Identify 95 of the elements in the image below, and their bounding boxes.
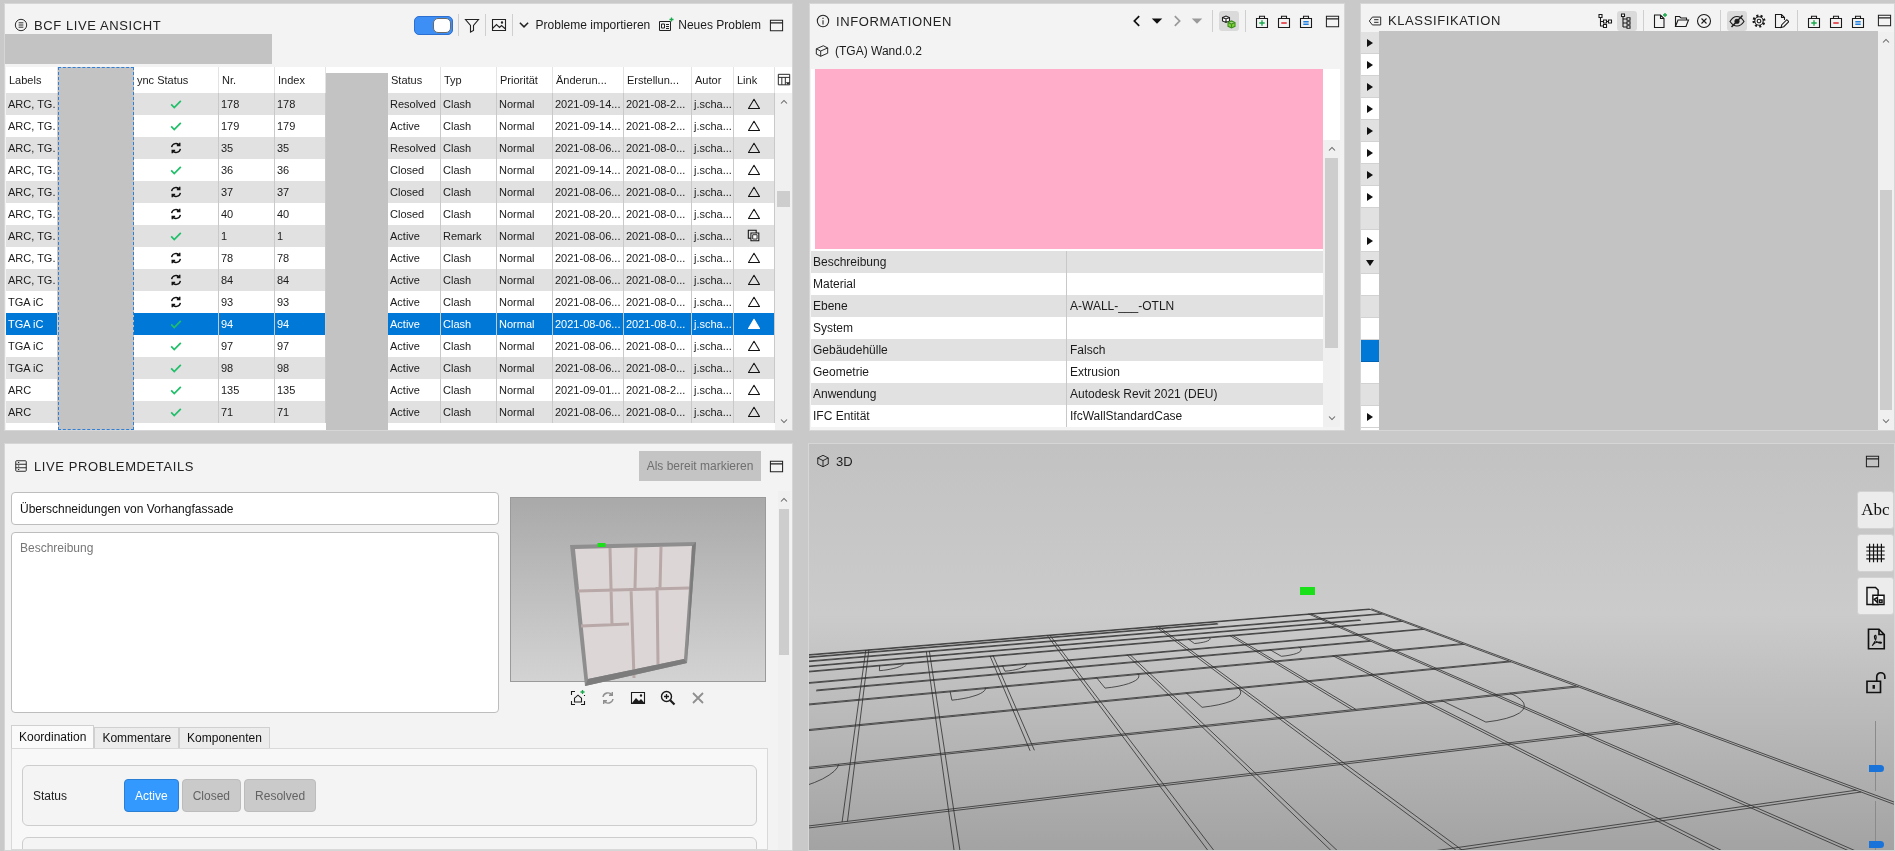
expand-arrow-icon[interactable] — [1366, 38, 1374, 47]
triangle-icon[interactable] — [747, 295, 761, 309]
property-name: IFC Entität — [811, 405, 1067, 427]
sync-icon — [169, 207, 183, 221]
property-value: Extrusion — [1069, 364, 1122, 381]
triangle-icon[interactable] — [747, 185, 761, 199]
table-cell: j.scha... — [692, 401, 734, 423]
table-cell: 2021-08-0... — [624, 401, 692, 423]
panel-title: BCF LIVE ANSICHT — [34, 17, 162, 33]
property-value: IfcWallStandardCase — [1069, 408, 1184, 425]
scrollbar[interactable] — [1323, 140, 1340, 427]
element-name: (TGA) Wand.0.2 — [835, 44, 922, 58]
info-icon — [816, 14, 830, 28]
expand-arrow-icon[interactable] — [1366, 192, 1374, 201]
collapse-arrow-icon[interactable] — [1366, 258, 1374, 267]
property-value: Autodesk Revit 2021 (DEU) — [1069, 386, 1219, 403]
scrollbar-thumb[interactable] — [779, 509, 789, 655]
triangle-icon[interactable] — [747, 361, 761, 375]
scrollbar-thumb[interactable] — [1880, 190, 1892, 410]
triangle-icon[interactable] — [747, 405, 761, 419]
column-chooser-icon[interactable] — [776, 73, 791, 87]
sync-icon — [169, 251, 183, 265]
documents-icon[interactable] — [1857, 577, 1894, 615]
triangle-icon[interactable] — [747, 273, 761, 287]
triangle-icon[interactable] — [747, 339, 761, 353]
cube-icon — [816, 454, 830, 468]
sync-icon — [169, 141, 183, 155]
expand-arrow-icon[interactable] — [1366, 126, 1374, 135]
table-cell: Normal — [497, 401, 553, 423]
field-label: Status — [33, 788, 69, 803]
triangle-icon[interactable] — [747, 97, 761, 111]
new-problem-button[interactable]: Neues Problem — [658, 17, 761, 33]
expand-arrow-icon[interactable] — [1366, 236, 1374, 245]
slider-thumb[interactable] — [1868, 765, 1884, 773]
panel-title: 3D — [836, 453, 853, 469]
stacked-pages-icon[interactable] — [747, 229, 761, 243]
marker-icon — [597, 543, 606, 547]
expand-arrow-icon[interactable] — [1366, 60, 1374, 69]
eye-slash-icon[interactable] — [1727, 10, 1747, 31]
status-option[interactable]: Resolved — [244, 779, 317, 812]
expand-arrow-icon[interactable] — [1366, 148, 1374, 157]
cubes-icon[interactable] — [1219, 11, 1239, 31]
status-option[interactable]: Closed — [181, 779, 242, 812]
scrollbar-thumb[interactable] — [777, 191, 790, 207]
table-cell: 2021-08-06... — [553, 401, 624, 423]
maximize-icon[interactable] — [769, 458, 784, 474]
live-toggle[interactable] — [413, 15, 453, 35]
triangle-icon[interactable] — [747, 163, 761, 177]
triangle-icon[interactable] — [747, 383, 761, 397]
id-card-plus-icon — [658, 17, 675, 33]
scrollbar-thumb[interactable] — [1325, 158, 1338, 348]
expand-arrow-icon[interactable] — [1366, 104, 1374, 113]
unlock-icon[interactable] — [1863, 669, 1888, 695]
panel-title: INFORMATIONEN — [836, 13, 952, 29]
text-style-button[interactable]: Abc — [1857, 491, 1894, 529]
image-icon[interactable] — [630, 689, 646, 706]
table-cell: 71 — [219, 401, 275, 423]
sync-icon — [169, 273, 183, 287]
tab[interactable]: Kommentare — [94, 727, 180, 748]
expand-arrow-icon[interactable] — [1366, 82, 1374, 91]
tab[interactable]: Koordination — [11, 725, 95, 748]
slider-thumb[interactable] — [1868, 840, 1884, 848]
grid-icon[interactable] — [1857, 534, 1894, 572]
triangle-icon[interactable] — [747, 251, 761, 265]
viewport-3d[interactable]: 3D Abc — [808, 443, 1895, 851]
sync-icon — [169, 185, 183, 199]
tag-icon — [1368, 13, 1382, 28]
database-icon — [14, 459, 28, 473]
table-cell: Clash — [441, 401, 497, 423]
box-icon — [815, 44, 829, 58]
property-value: A-WALL-___-OTLN — [1069, 298, 1176, 315]
panel-title: LIVE PROBLEMDETAILS — [34, 458, 194, 474]
marker-icon[interactable] — [1300, 587, 1315, 595]
triangle-icon[interactable] — [747, 141, 761, 155]
triangle-icon[interactable] — [747, 119, 761, 133]
maximize-icon[interactable] — [769, 17, 784, 33]
description-field[interactable]: Beschreibung — [11, 532, 499, 713]
property-value: Falsch — [1069, 342, 1107, 359]
tab[interactable]: Komponenten — [179, 727, 270, 748]
maximize-icon[interactable] — [1325, 13, 1340, 29]
filter-icon[interactable] — [463, 17, 480, 33]
image-icon[interactable] — [490, 17, 507, 33]
expand-arrow-icon[interactable] — [1366, 412, 1374, 421]
zoom-in-icon[interactable] — [660, 689, 676, 706]
sync-icon — [169, 295, 183, 309]
triangle-icon[interactable] — [747, 207, 761, 221]
maximize-icon[interactable] — [1877, 13, 1892, 28]
tree-list-icon[interactable] — [1617, 10, 1637, 31]
expand-arrow-icon[interactable] — [1366, 170, 1374, 179]
list-icon — [14, 18, 28, 32]
import-button[interactable]: Probleme importieren — [517, 18, 651, 32]
maximize-icon[interactable] — [1865, 453, 1880, 469]
title-field[interactable]: Überschneidungen von Vorhangfassade — [11, 492, 499, 525]
panel-title: KLASSIFIKATION — [1388, 13, 1501, 28]
frame-plus-icon[interactable] — [570, 689, 586, 706]
